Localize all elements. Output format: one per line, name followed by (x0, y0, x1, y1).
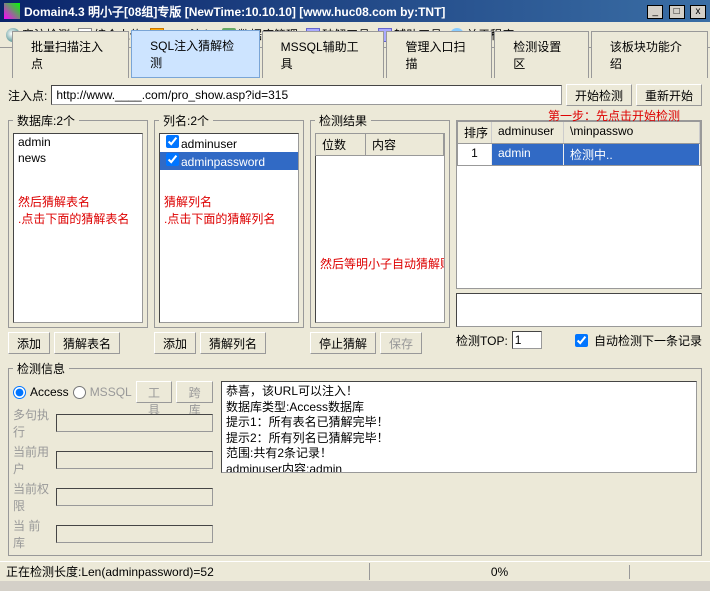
cols-add-button[interactable]: 添加 (154, 332, 196, 354)
tab-mssql[interactable]: MSSQL辅助工具 (262, 31, 385, 78)
list-item[interactable]: adminuser (160, 134, 298, 152)
close-button[interactable]: x (690, 5, 706, 19)
info-textarea[interactable]: 恭喜，该URL可以注入！ 数据库类型:Access数据库 提示1：所有表名已猜解… (221, 381, 697, 473)
auto-detect-label: 自动检测下一条记录 (594, 332, 702, 349)
results-header: 位数 内容 (315, 133, 445, 156)
auto-detect-checkbox[interactable] (575, 334, 588, 347)
info-legend: 检测信息 (13, 360, 69, 377)
db-listbox[interactable]: admin news 然后猜解表名 .点击下面的猜解表名 (13, 133, 143, 323)
list-item[interactable]: adminpassword (160, 152, 298, 170)
status-progress: 0% (370, 565, 630, 579)
cols-legend: 列名:2个 (159, 112, 213, 129)
cols-guess-button[interactable]: 猜解列名 (200, 332, 266, 354)
user-input[interactable] (56, 451, 213, 469)
url-input[interactable] (51, 85, 562, 105)
results-hint: 然后等明小子自动猜解账号密码 (320, 256, 445, 273)
results-listbox[interactable]: 然后等明小子自动猜解账号密码 (315, 156, 445, 323)
app-icon (4, 3, 20, 19)
col-checkbox[interactable] (166, 135, 179, 148)
tab-settings[interactable]: 检测设置区 (494, 31, 589, 78)
perm-input[interactable] (56, 488, 213, 506)
minimize-button[interactable]: _ (647, 5, 663, 19)
stop-guess-button[interactable]: 停止猜解 (310, 332, 376, 354)
access-radio[interactable] (13, 386, 26, 399)
tab-batch-scan[interactable]: 批量扫描注入点 (12, 31, 129, 78)
detect-listbox[interactable] (457, 166, 701, 288)
main-area: 注入点: 开始检测 重新开始 第一步：先点击开始检测 数据库:2个 admin … (0, 78, 710, 562)
window-controls: _ □ x (645, 3, 706, 19)
detect-top-label: 检测TOP: (456, 332, 508, 349)
mssql-radio[interactable] (73, 386, 86, 399)
list-item[interactable]: admin (14, 134, 142, 150)
list-item[interactable]: news (14, 150, 142, 166)
status-text: 正在检测长度:Len(adminpassword)=52 (0, 563, 370, 580)
tab-intro[interactable]: 该板块功能介绍 (591, 31, 708, 78)
db-hint: 然后猜解表名 .点击下面的猜解表名 (18, 194, 129, 228)
results-legend: 检测结果 (315, 112, 371, 129)
cols-listbox[interactable]: adminuser adminpassword 猜解列名 .点击下面的猜解列名 (159, 133, 299, 323)
window-title: Domain4.3 明小子[08组]专版 [NewTime:10.10.10] … (24, 3, 645, 20)
cross-button[interactable]: 跨库 (176, 381, 213, 403)
tool-button[interactable]: 工具 (136, 381, 173, 403)
col-checkbox[interactable] (166, 153, 179, 166)
db-guess-button[interactable]: 猜解表名 (54, 332, 120, 354)
tab-admin-entry[interactable]: 管理入口扫描 (386, 31, 492, 78)
url-label: 注入点: (8, 87, 47, 104)
hint-step1: 第一步：先点击开始检测 (548, 108, 680, 125)
tab-bar: 批量扫描注入点 SQL注入猜解检测 MSSQL辅助工具 管理入口扫描 检测设置区… (0, 48, 710, 78)
maximize-button[interactable]: □ (669, 5, 685, 19)
detect-top-input[interactable] (512, 331, 542, 349)
multi-input[interactable] (56, 414, 213, 432)
status-bar: 正在检测长度:Len(adminpassword)=52 0% (0, 561, 710, 581)
start-detect-button[interactable]: 开始检测 (566, 84, 632, 106)
tab-sql-guess[interactable]: SQL注入猜解检测 (131, 30, 259, 78)
cols-hint: 猜解列名 .点击下面的猜解列名 (164, 194, 275, 228)
restart-button[interactable]: 重新开始 (636, 84, 702, 106)
table-row[interactable]: 1 admin 检测中.. (457, 144, 701, 166)
titlebar: Domain4.3 明小子[08组]专版 [NewTime:10.10.10] … (0, 0, 710, 22)
db-add-button[interactable]: 添加 (8, 332, 50, 354)
detect-extra-box[interactable] (456, 293, 702, 327)
db-legend: 数据库:2个 (13, 112, 79, 129)
save-button[interactable]: 保存 (380, 332, 422, 354)
lib-input[interactable] (56, 525, 213, 543)
